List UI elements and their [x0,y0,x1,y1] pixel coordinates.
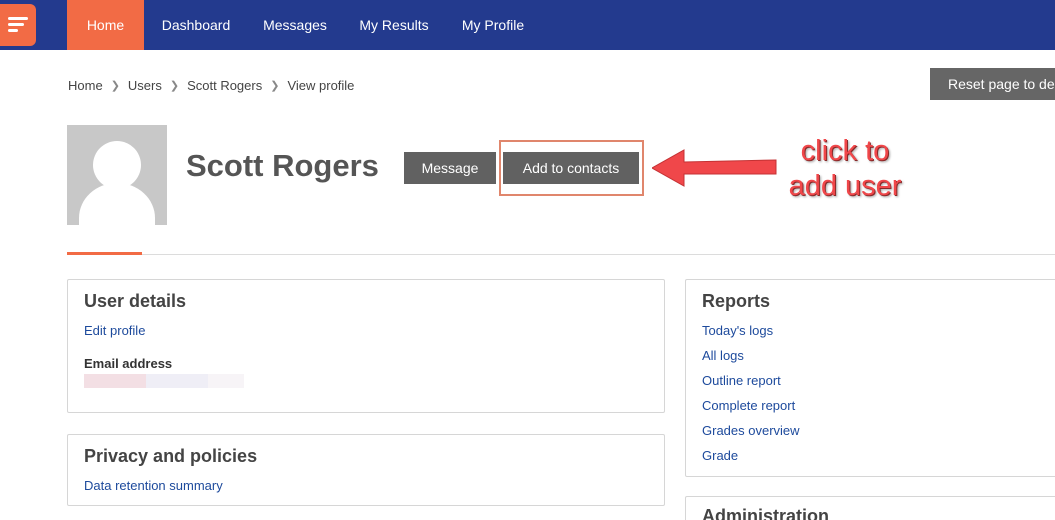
avatar [67,125,167,225]
menu-logo-icon[interactable] [0,4,36,46]
user-details-title: User details [84,291,187,311]
reports-card: Reports Today's logs All logs Outline re… [685,279,1055,477]
nav-home[interactable]: Home [67,0,144,50]
report-link-grade[interactable]: Grade [702,448,738,463]
edit-profile-link[interactable]: Edit profile [84,323,145,338]
annotation-line-2: add user [788,170,902,202]
breadcrumb-users[interactable]: Users [128,78,162,93]
redacted-email-value [84,374,146,388]
breadcrumb-home[interactable]: Home [68,78,103,93]
report-link-complete[interactable]: Complete report [702,398,795,413]
reports-title: Reports [702,291,771,311]
administration-title: Administration [702,506,830,520]
administration-card: Administration [685,496,1055,520]
chevron-right-icon: ❯ [110,79,120,92]
email-address-label: Email address [84,356,173,371]
nav-dashboard[interactable]: Dashboard [150,0,242,50]
report-link-grades-overview[interactable]: Grades overview [702,423,800,438]
privacy-card: Privacy and policies Data retention summ… [67,434,665,506]
nav-my-results[interactable]: My Results [350,0,438,50]
tab-divider [67,254,1055,255]
annotation-line-1: click to [800,135,890,167]
annotation-text: click to add user [770,134,920,204]
breadcrumb-current: View profile [287,77,355,93]
annotation-arrow-icon [652,149,777,187]
chevron-right-icon: ❯ [169,79,180,92]
breadcrumb: Home ❯ Users ❯ Scott Rogers ❯ View profi… [68,76,354,94]
message-button[interactable]: Message [404,152,496,184]
user-details-card: User details Edit profile Email address [67,279,665,413]
tab-active-indicator [67,252,142,255]
breadcrumb-user[interactable]: Scott Rogers [187,78,262,93]
reset-page-button[interactable]: Reset page to de [930,68,1055,100]
privacy-title: Privacy and policies [84,446,258,466]
page-title: Scott Rogers [186,148,379,183]
chevron-right-icon: ❯ [270,79,280,92]
report-link-outline[interactable]: Outline report [702,373,781,388]
report-link-all-logs[interactable]: All logs [702,348,744,363]
report-link-todays-logs[interactable]: Today's logs [702,323,773,338]
nav-messages[interactable]: Messages [252,0,338,50]
nav-my-profile[interactable]: My Profile [450,0,536,50]
add-to-contacts-button[interactable]: Add to contacts [503,152,639,184]
top-navbar: Home Dashboard Messages My Results My Pr… [0,0,1055,50]
data-retention-link[interactable]: Data retention summary [84,478,223,493]
user-silhouette-icon [93,141,141,189]
